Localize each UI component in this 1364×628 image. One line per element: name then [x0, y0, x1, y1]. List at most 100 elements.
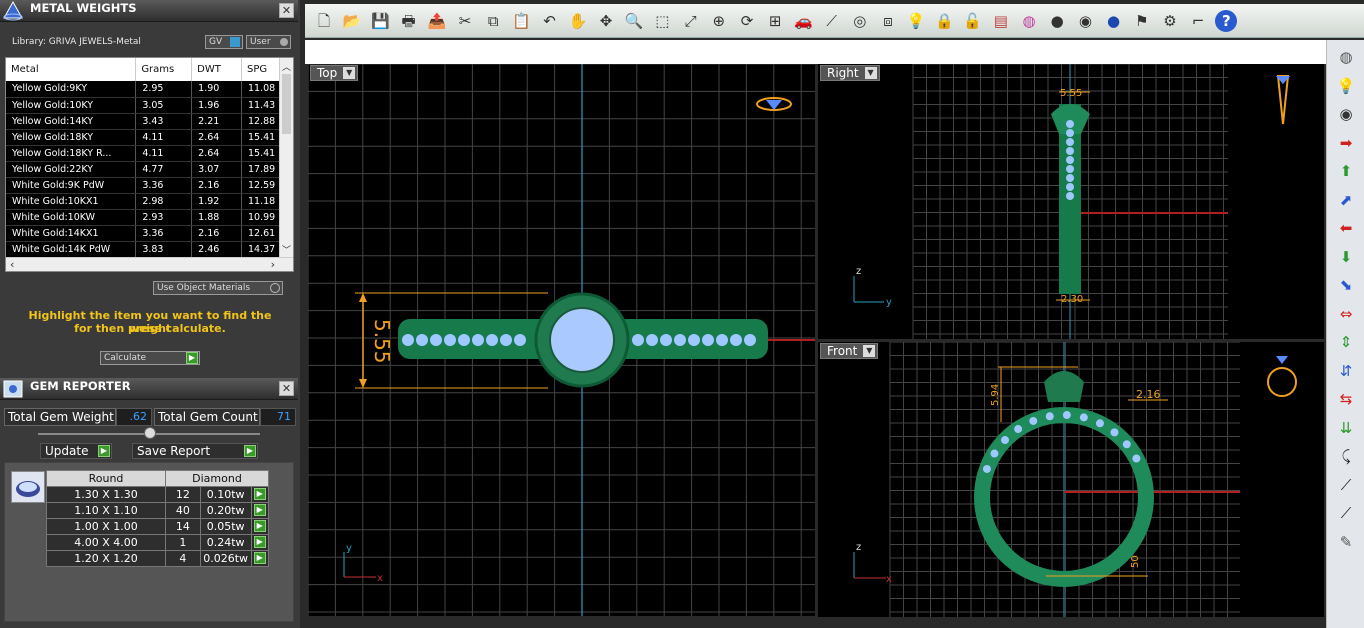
tilt-view-icon[interactable]: ⟋	[821, 10, 843, 32]
gem-row-go-button[interactable]: ▶	[250, 502, 270, 519]
top-view-label[interactable]: Top ▼	[310, 65, 359, 81]
metal-table-row[interactable]: White Gold:10KX1 2.98 1.92 11.18	[6, 193, 280, 210]
top-viewport[interactable]: 5.55 y x Top ▼	[308, 64, 815, 616]
update-button[interactable]: Update ▶	[40, 443, 112, 459]
settings-gear-icon[interactable]: ⚙	[1159, 10, 1181, 32]
metal-table-row[interactable]: Yellow Gold:18KY 4.11 2.64 15.41	[6, 129, 280, 146]
copy-icon[interactable]: ⧉	[482, 10, 504, 32]
right-view-label[interactable]: Right ▼	[820, 65, 880, 81]
save-report-button[interactable]: Save Report ▶	[132, 443, 258, 459]
four-view-icon[interactable]: ⊞	[764, 10, 786, 32]
col-metal[interactable]: Metal	[6, 58, 137, 81]
metal-weights-close-button[interactable]: ✕	[279, 3, 294, 18]
scroll-up-icon[interactable]: ︿	[282, 60, 291, 73]
arrows-down-stack-icon[interactable]: ⇊	[1333, 417, 1359, 439]
color-wheel-icon[interactable]: ◍	[1018, 10, 1040, 32]
right-viewport[interactable]: 5.55 2.30 z y Right ▼	[818, 64, 1324, 339]
metal-table-row[interactable]: Yellow Gold:9KY 2.95 1.90 11.08	[6, 81, 280, 98]
zoom-extents-icon[interactable]: ⤢	[680, 10, 702, 32]
metal-table-row[interactable]: White Gold:14KX1 3.36 2.16 12.61	[6, 225, 280, 242]
col-dwt[interactable]: DWT	[191, 58, 243, 81]
new-file-icon[interactable]: 🗋	[313, 10, 335, 32]
gem-table-row[interactable]: 1.30 X 1.30 12 0.10tw ▶	[46, 486, 270, 503]
bulb-icon[interactable]: 💡	[1333, 75, 1359, 97]
metal-table-row[interactable]: White Gold:10KW 2.93 1.88 10.99	[6, 209, 280, 226]
front-view-dropdown-icon[interactable]: ▼	[863, 345, 876, 357]
help-icon[interactable]: ?	[1215, 10, 1238, 32]
move-icon[interactable]: ✥	[595, 10, 617, 32]
arrows-in-vertical-icon[interactable]: ⇵	[1333, 360, 1359, 382]
gem-slider-thumb[interactable]	[144, 427, 156, 439]
scroll-down-icon[interactable]: ﹀	[282, 243, 291, 256]
metal-table-row[interactable]: White Gold:14K PdW 3.83 2.46 14.37	[6, 241, 280, 258]
shade-sphere-icon[interactable]: ●	[1046, 10, 1068, 32]
right-view-dropdown-icon[interactable]: ▼	[864, 67, 877, 79]
gem-table-row[interactable]: 1.20 X 1.20 4 0.026tw ▶	[46, 550, 270, 567]
undo-icon[interactable]: ↶	[539, 10, 561, 32]
eraser-icon[interactable]: ✎	[1333, 531, 1359, 553]
calculate-button[interactable]: Calculate ▶	[100, 351, 200, 365]
gem-row-go-button[interactable]: ▶	[250, 518, 270, 535]
target-icon[interactable]: ◎	[849, 10, 871, 32]
export-icon[interactable]: 📤	[426, 10, 448, 32]
col-grams[interactable]: Grams	[135, 58, 193, 81]
front-view-label[interactable]: Front ▼	[820, 343, 879, 359]
gem-row-go-button[interactable]: ▶	[250, 550, 270, 567]
dimension-icon[interactable]: ⌐	[1187, 10, 1209, 32]
lock-icon[interactable]: 🔒	[933, 10, 955, 32]
arrows-vertical-icon[interactable]: ⇕	[1333, 331, 1359, 353]
arrow-up-tilt-icon[interactable]: ⬈	[1333, 189, 1359, 211]
arrow-down-icon[interactable]: ⬇	[1333, 246, 1359, 268]
rotate-view-icon[interactable]: ⟳	[736, 10, 758, 32]
unlock-icon[interactable]: 🔓	[962, 10, 984, 32]
arrow-down-tilt-icon[interactable]: ⬊	[1333, 274, 1359, 296]
gem-table-row[interactable]: 4.00 X 4.00 1 0.24tw ▶	[46, 534, 270, 551]
metal-table-hscrollbar[interactable]: ‹ ›	[6, 257, 293, 271]
object-snap-icon[interactable]: ⧈	[877, 10, 899, 32]
gem-row-go-button[interactable]: ▶	[250, 534, 270, 551]
top-view-dropdown-icon[interactable]: ▼	[343, 67, 356, 79]
pan-hand-icon[interactable]: ✋	[567, 10, 589, 32]
gem-table-row[interactable]: 1.10 X 1.10 40 0.20tw ▶	[46, 502, 270, 519]
zoom-in-icon[interactable]: 🔍	[623, 10, 645, 32]
flag-icon[interactable]: ⚑	[1131, 10, 1153, 32]
render-sphere-icon[interactable]: ◉	[1074, 10, 1096, 32]
use-object-materials-checkbox[interactable]: Use Object Materials	[153, 281, 283, 295]
zoom-window-icon[interactable]: ⬚	[651, 10, 673, 32]
arrow-left-icon[interactable]: ⬅	[1333, 217, 1359, 239]
metal-table-row[interactable]: Yellow Gold:18KY R... 4.11 2.64 15.41	[6, 145, 280, 162]
wireframe-sphere-icon[interactable]: ◍	[1333, 46, 1359, 68]
round-diamond-icon[interactable]	[11, 471, 45, 503]
save-icon[interactable]: 💾	[369, 10, 391, 32]
metal-table-row[interactable]: Yellow Gold:10KY 3.05 1.96 11.43	[6, 97, 280, 114]
cut-icon[interactable]: ✂	[454, 10, 476, 32]
light-bulb-icon[interactable]: 💡	[905, 10, 927, 32]
metal-table-row[interactable]: Yellow Gold:22KY 4.77 3.07 17.89	[6, 161, 280, 178]
arrows-horizontal-icon[interactable]: ⇔	[1333, 303, 1359, 325]
front-viewport[interactable]: 5.94 2.16 50 z x Front ▼	[818, 342, 1324, 617]
arrow-right-icon[interactable]: ➡	[1333, 132, 1359, 154]
arrow-up-icon[interactable]: ⬆	[1333, 160, 1359, 182]
curve-tool-icon[interactable]: ⤹	[1333, 445, 1359, 467]
scroll-right-icon[interactable]: ›	[271, 258, 275, 271]
layer-icon[interactable]: ▤	[990, 10, 1012, 32]
gem-reporter-close-button[interactable]: ✕	[279, 381, 294, 396]
line-tool-2-icon[interactable]: ⟋	[1333, 502, 1359, 524]
open-folder-icon[interactable]: 📂	[341, 10, 363, 32]
paste-icon[interactable]: 📋	[510, 10, 532, 32]
shaded-sphere-icon[interactable]: ◉	[1333, 103, 1359, 125]
gv-toggle[interactable]: GV	[205, 35, 243, 49]
vscroll-thumb[interactable]	[282, 74, 291, 134]
arrows-in-horizontal-icon[interactable]: ⇆	[1333, 388, 1359, 410]
car-icon[interactable]: 🚗	[792, 10, 814, 32]
metal-table-row[interactable]: White Gold:9K PdW 3.36 2.16 12.59	[6, 177, 280, 194]
scroll-left-icon[interactable]: ‹	[10, 258, 14, 271]
blue-sphere-icon[interactable]: ●	[1103, 10, 1125, 32]
metal-table-vscrollbar[interactable]: ︿ ﹀	[279, 58, 293, 258]
zoom-selected-icon[interactable]: ⊕	[708, 10, 730, 32]
col-spg[interactable]: SPG	[241, 58, 280, 81]
print-icon[interactable]: 🖶	[398, 10, 420, 32]
metal-table-row[interactable]: Yellow Gold:14KY 3.43 2.21 12.88	[6, 113, 280, 130]
line-tool-icon[interactable]: ⟋	[1333, 474, 1359, 496]
gem-row-go-button[interactable]: ▶	[250, 486, 270, 503]
